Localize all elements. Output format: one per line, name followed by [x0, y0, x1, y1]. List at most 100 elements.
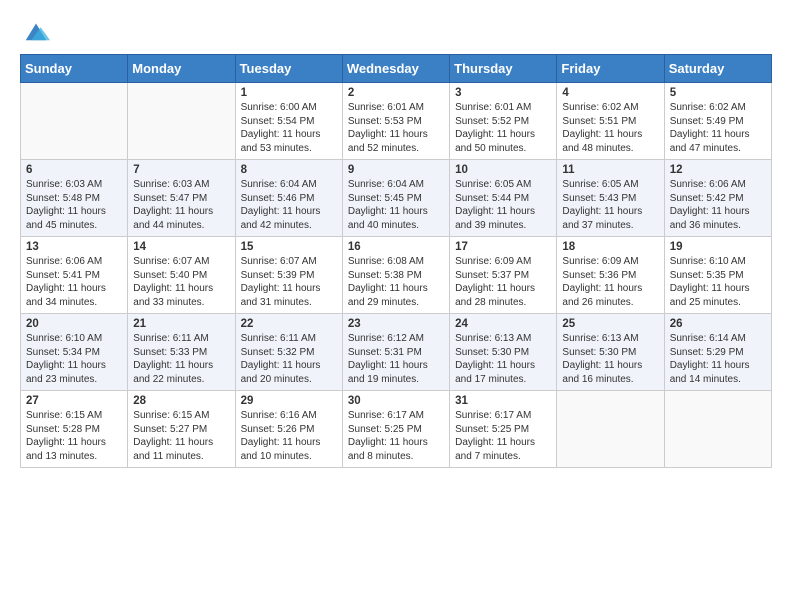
day-number: 15 [241, 241, 337, 253]
day-number: 31 [455, 395, 551, 407]
calendar-cell: 8Sunrise: 6:04 AM Sunset: 5:46 PM Daylig… [235, 160, 342, 237]
calendar-cell: 20 Sunrise: 6:10 AM Sunset: 5:34 PM Dayli… [21, 314, 128, 391]
day-info: Sunrise: 6:08 AM Sunset: 5:38 PM Dayligh… [348, 255, 444, 309]
day-info: Sunrise: 6:17 AM Sunset: 5:25 PM Dayligh… [348, 409, 444, 463]
day-of-week-header: Friday [557, 55, 664, 83]
calendar-cell: 26 Sunrise: 6:14 AM Sunset: 5:29 PM Dayli… [664, 314, 771, 391]
day-number: 29 [241, 395, 337, 407]
calendar-week-row: 20 Sunrise: 6:10 AM Sunset: 5:34 PM Dayli… [21, 314, 772, 391]
day-info: Sunrise: 6:15 AM Sunset: 5:27 PM Dayligh… [133, 409, 229, 463]
day-info: Sunrise: 6:06 AM Sunset: 5:41 PM Dayligh… [26, 255, 122, 309]
day-info: Sunrise: 6:05 AM Sunset: 5:44 PM Dayligh… [455, 178, 551, 232]
day-of-week-header: Wednesday [342, 55, 449, 83]
calendar-cell [664, 391, 771, 468]
calendar-cell: 10 Sunrise: 6:05 AM Sunset: 5:44 PM Dayli… [450, 160, 557, 237]
day-number: 5 [670, 87, 766, 99]
calendar-cell: 3 Sunrise: 6:01 AM Sunset: 5:52 PM Daylig… [450, 83, 557, 160]
calendar-cell: 21 Sunrise: 6:11 AM Sunset: 5:33 PM Dayli… [128, 314, 235, 391]
day-info: Sunrise: 6:03 AM Sunset: 5:48 PM Dayligh… [26, 178, 122, 232]
day-info: Sunrise: 6:10 AM Sunset: 5:35 PM Dayligh… [670, 255, 766, 309]
calendar-cell: 9Sunrise: 6:04 AM Sunset: 5:45 PM Daylig… [342, 160, 449, 237]
calendar-cell [557, 391, 664, 468]
calendar-cell: 25 Sunrise: 6:13 AM Sunset: 5:30 PM Dayli… [557, 314, 664, 391]
calendar-cell: 29 Sunrise: 6:16 AM Sunset: 5:26 PM Dayli… [235, 391, 342, 468]
day-info: Sunrise: 6:10 AM Sunset: 5:34 PM Dayligh… [26, 332, 122, 386]
day-info: Sunrise: 6:05 AM Sunset: 5:43 PM Dayligh… [562, 178, 658, 232]
day-number: 18 [562, 241, 658, 253]
day-number: 22 [241, 318, 337, 330]
day-number: 7 [133, 164, 229, 176]
calendar-cell: 13 Sunrise: 6:06 AM Sunset: 5:41 PM Dayli… [21, 237, 128, 314]
day-of-week-header: Thursday [450, 55, 557, 83]
calendar-cell: 12 Sunrise: 6:06 AM Sunset: 5:42 PM Dayli… [664, 160, 771, 237]
day-info: Sunrise: 6:12 AM Sunset: 5:31 PM Dayligh… [348, 332, 444, 386]
day-number: 27 [26, 395, 122, 407]
day-number: 16 [348, 241, 444, 253]
calendar-cell: 31Sunrise: 6:17 AM Sunset: 5:25 PM Dayli… [450, 391, 557, 468]
day-number: 17 [455, 241, 551, 253]
calendar-cell: 19 Sunrise: 6:10 AM Sunset: 5:35 PM Dayli… [664, 237, 771, 314]
day-info: Sunrise: 6:15 AM Sunset: 5:28 PM Dayligh… [26, 409, 122, 463]
day-number: 25 [562, 318, 658, 330]
day-number: 10 [455, 164, 551, 176]
calendar-week-row: 1 Sunrise: 6:00 AM Sunset: 5:54 PM Daylig… [21, 83, 772, 160]
day-number: 3 [455, 87, 551, 99]
calendar-table: SundayMondayTuesdayWednesdayThursdayFrid… [20, 54, 772, 468]
day-info: Sunrise: 6:13 AM Sunset: 5:30 PM Dayligh… [562, 332, 658, 386]
calendar-cell: 14 Sunrise: 6:07 AM Sunset: 5:40 PM Dayli… [128, 237, 235, 314]
day-number: 2 [348, 87, 444, 99]
calendar-cell: 1 Sunrise: 6:00 AM Sunset: 5:54 PM Daylig… [235, 83, 342, 160]
day-number: 13 [26, 241, 122, 253]
day-info: Sunrise: 6:01 AM Sunset: 5:53 PM Dayligh… [348, 101, 444, 155]
calendar-week-row: 6 Sunrise: 6:03 AM Sunset: 5:48 PM Daylig… [21, 160, 772, 237]
day-info: Sunrise: 6:16 AM Sunset: 5:26 PM Dayligh… [241, 409, 337, 463]
day-number: 23 [348, 318, 444, 330]
day-info: Sunrise: 6:07 AM Sunset: 5:39 PM Dayligh… [241, 255, 337, 309]
day-info: Sunrise: 6:14 AM Sunset: 5:29 PM Dayligh… [670, 332, 766, 386]
calendar-cell: 28Sunrise: 6:15 AM Sunset: 5:27 PM Dayli… [128, 391, 235, 468]
day-of-week-header: Sunday [21, 55, 128, 83]
day-info: Sunrise: 6:02 AM Sunset: 5:49 PM Dayligh… [670, 101, 766, 155]
page: SundayMondayTuesdayWednesdayThursdayFrid… [0, 0, 792, 612]
day-info: Sunrise: 6:06 AM Sunset: 5:42 PM Dayligh… [670, 178, 766, 232]
calendar-cell: 4 Sunrise: 6:02 AM Sunset: 5:51 PM Daylig… [557, 83, 664, 160]
day-number: 21 [133, 318, 229, 330]
day-number: 26 [670, 318, 766, 330]
calendar-cell: 24Sunrise: 6:13 AM Sunset: 5:30 PM Dayli… [450, 314, 557, 391]
day-info: Sunrise: 6:02 AM Sunset: 5:51 PM Dayligh… [562, 101, 658, 155]
day-info: Sunrise: 6:07 AM Sunset: 5:40 PM Dayligh… [133, 255, 229, 309]
day-info: Sunrise: 6:03 AM Sunset: 5:47 PM Dayligh… [133, 178, 229, 232]
day-info: Sunrise: 6:11 AM Sunset: 5:33 PM Dayligh… [133, 332, 229, 386]
calendar-cell: 27 Sunrise: 6:15 AM Sunset: 5:28 PM Dayli… [21, 391, 128, 468]
calendar-cell: 16 Sunrise: 6:08 AM Sunset: 5:38 PM Dayli… [342, 237, 449, 314]
calendar-cell [128, 83, 235, 160]
day-number: 19 [670, 241, 766, 253]
day-number: 11 [562, 164, 658, 176]
calendar-week-row: 13 Sunrise: 6:06 AM Sunset: 5:41 PM Dayli… [21, 237, 772, 314]
day-number: 12 [670, 164, 766, 176]
calendar-week-row: 27 Sunrise: 6:15 AM Sunset: 5:28 PM Dayli… [21, 391, 772, 468]
calendar-cell: 22 Sunrise: 6:11 AM Sunset: 5:32 PM Dayli… [235, 314, 342, 391]
day-info: Sunrise: 6:00 AM Sunset: 5:54 PM Dayligh… [241, 101, 337, 155]
day-info: Sunrise: 6:09 AM Sunset: 5:37 PM Dayligh… [455, 255, 551, 309]
logo [20, 16, 50, 44]
day-number: 1 [241, 87, 337, 99]
calendar-cell: 6 Sunrise: 6:03 AM Sunset: 5:48 PM Daylig… [21, 160, 128, 237]
day-info: Sunrise: 6:09 AM Sunset: 5:36 PM Dayligh… [562, 255, 658, 309]
day-info: Sunrise: 6:04 AM Sunset: 5:45 PM Dayligh… [348, 178, 444, 232]
day-info: Sunrise: 6:11 AM Sunset: 5:32 PM Dayligh… [241, 332, 337, 386]
calendar-cell: 15 Sunrise: 6:07 AM Sunset: 5:39 PM Dayli… [235, 237, 342, 314]
day-number: 14 [133, 241, 229, 253]
day-of-week-header: Tuesday [235, 55, 342, 83]
day-info: Sunrise: 6:01 AM Sunset: 5:52 PM Dayligh… [455, 101, 551, 155]
day-number: 6 [26, 164, 122, 176]
calendar-cell: 5 Sunrise: 6:02 AM Sunset: 5:49 PM Daylig… [664, 83, 771, 160]
day-number: 4 [562, 87, 658, 99]
day-number: 30 [348, 395, 444, 407]
calendar-cell: 18 Sunrise: 6:09 AM Sunset: 5:36 PM Dayli… [557, 237, 664, 314]
day-number: 20 [26, 318, 122, 330]
day-of-week-header: Monday [128, 55, 235, 83]
day-number: 8 [241, 164, 337, 176]
calendar-cell: 30 Sunrise: 6:17 AM Sunset: 5:25 PM Dayli… [342, 391, 449, 468]
header [20, 16, 772, 44]
